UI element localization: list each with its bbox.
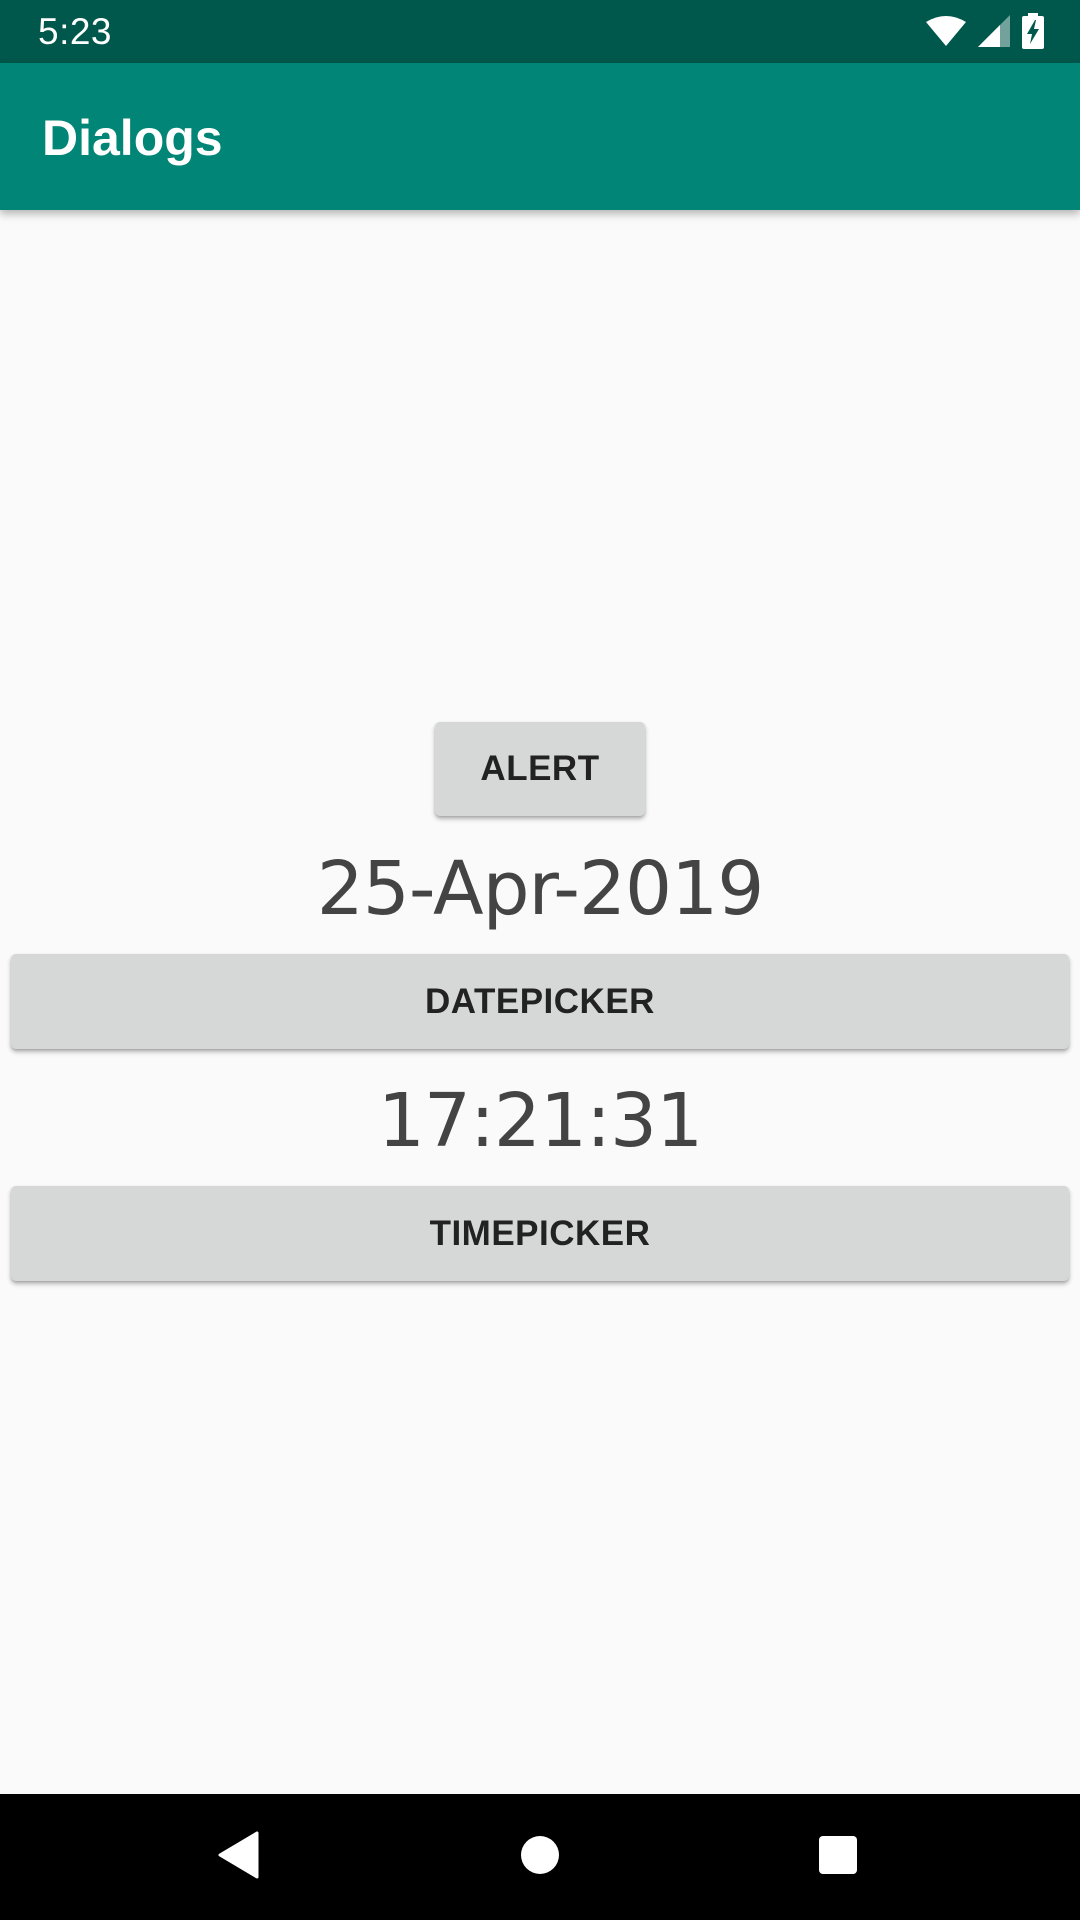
recents-button[interactable] [798, 1817, 878, 1897]
datepicker-button[interactable]: DATEPICKER [11, 954, 1069, 1049]
wifi-icon [926, 15, 966, 47]
home-button[interactable] [500, 1817, 580, 1897]
status-icons [926, 13, 1044, 49]
time-value: 17:21:31 [377, 1078, 703, 1164]
status-time: 5:23 [38, 11, 113, 52]
timepicker-button[interactable]: TIMEPICKER [11, 1186, 1069, 1281]
app-bar: Dialogs [0, 63, 1080, 210]
date-value: 25-Apr-2019 [316, 846, 765, 932]
alert-button[interactable]: ALERT [435, 722, 645, 816]
home-icon [520, 1835, 560, 1880]
cell-signal-icon [978, 15, 1010, 47]
battery-charging-icon [1022, 13, 1044, 49]
back-button[interactable] [199, 1817, 279, 1897]
recents-icon [818, 1835, 858, 1880]
app-title: Dialogs [42, 110, 223, 166]
status-bar: 5:23 [0, 0, 1080, 63]
navigation-bar [0, 1794, 1080, 1920]
screen: 5:23 Dialogs ALERT 25-Apr-2019 DATEPICKE… [0, 0, 1080, 1920]
back-icon [217, 1831, 261, 1884]
